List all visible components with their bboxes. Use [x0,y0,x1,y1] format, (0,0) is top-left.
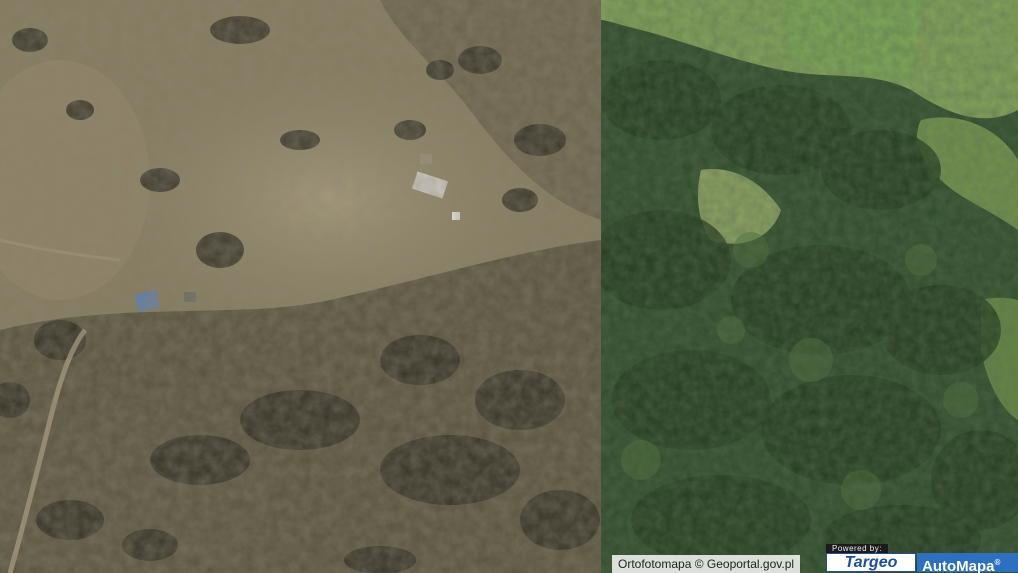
automapa-logo-text: AutoMapa [922,558,995,573]
automapa-registered-mark: ® [994,558,1001,567]
map-viewport[interactable]: Ortofotomapa © Geoportal.gov.pl Powered … [0,0,1018,573]
map-attribution[interactable]: Ortofotomapa © Geoportal.gov.pl [612,555,801,573]
ortho-tile-left[interactable] [0,0,601,573]
ortho-tile-right[interactable] [601,0,1018,573]
ortho-tile-right-image [601,0,1018,573]
ortho-tile-left-image [0,0,601,573]
attribution-text[interactable]: Ortofotomapa © Geoportal.gov.pl [618,557,794,571]
branding-logos: Powered by: Targeo AutoMapa® [826,544,1018,573]
targeo-logo[interactable]: Targeo [826,553,916,572]
targeo-logo-text: Targeo [844,554,898,571]
automapa-logo[interactable]: AutoMapa® [917,553,1018,573]
